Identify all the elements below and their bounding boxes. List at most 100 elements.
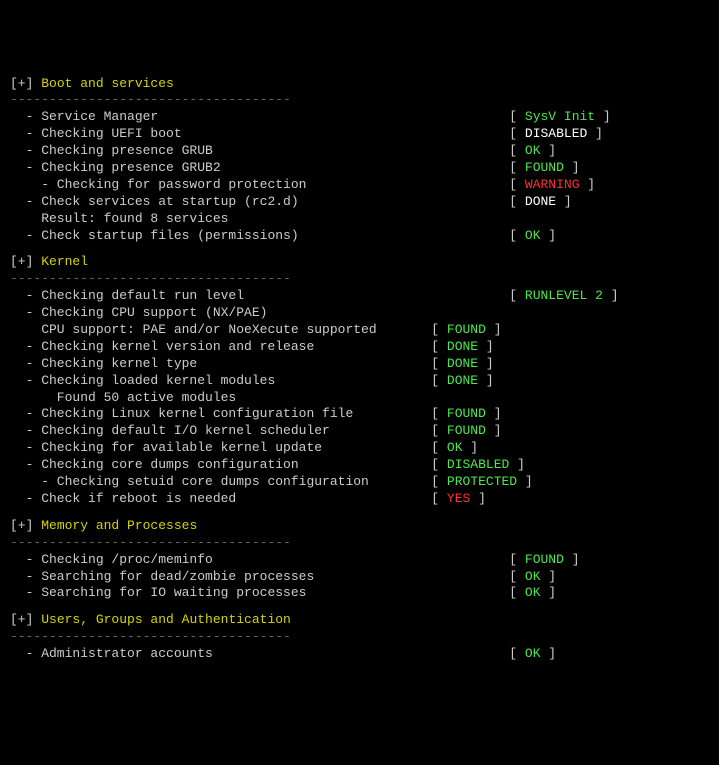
bracket-close: ] <box>463 440 479 455</box>
bracket-open: [ <box>509 569 525 584</box>
audit-label: - Check if reboot is needed <box>10 491 431 508</box>
section-header-users: [+] Users, Groups and Authentication <box>10 612 709 629</box>
bracket-open: [ <box>509 177 525 192</box>
status-value: DISABLED <box>525 126 587 141</box>
audit-label: - Checking kernel version and release <box>10 339 431 356</box>
audit-row: - Checking default run level [ RUNLEVEL … <box>10 288 709 305</box>
bracket-close: ] <box>541 143 557 158</box>
section-title: Kernel <box>41 254 88 269</box>
bracket-open: [ <box>509 109 525 124</box>
bracket-close: ] <box>564 160 580 175</box>
audit-row: - Check startup files (permissions) [ OK… <box>10 228 709 245</box>
bracket-open: [ <box>431 322 447 337</box>
audit-label: - Checking loaded kernel modules <box>10 373 431 390</box>
bracket-close: ] <box>517 474 533 489</box>
audit-label: - Check services at startup (rc2.d) <box>10 194 509 211</box>
bracket-close: ] <box>486 406 502 421</box>
audit-row: - Checking default I/O kernel scheduler … <box>10 423 709 440</box>
bracket-close: ] <box>603 288 619 303</box>
section-prefix: [+] <box>10 76 41 91</box>
audit-row: - Checking kernel type [ DONE ] <box>10 356 709 373</box>
status-wrap: [ SysV Init ] <box>509 109 610 126</box>
status-wrap: [ PROTECTED ] <box>431 474 532 491</box>
audit-row: - Check services at startup (rc2.d) [ DO… <box>10 194 709 211</box>
audit-label: Found 50 active modules <box>10 390 509 407</box>
status-wrap: [ DISABLED ] <box>431 457 525 474</box>
audit-label: - Checking for password protection <box>10 177 509 194</box>
bracket-open: [ <box>509 585 525 600</box>
audit-label: - Checking /proc/meminfo <box>10 552 509 569</box>
audit-row: - Checking CPU support (NX/PAE) <box>10 305 709 322</box>
status-value: DONE <box>525 194 556 209</box>
audit-label: - Checking default run level <box>10 288 509 305</box>
audit-row: - Checking presence GRUB [ OK ] <box>10 143 709 160</box>
audit-label: - Checking Linux kernel configuration fi… <box>10 406 431 423</box>
audit-row: Found 50 active modules <box>10 390 709 407</box>
audit-label: - Checking core dumps configuration <box>10 457 431 474</box>
section-prefix: [+] <box>10 612 41 627</box>
bracket-open: [ <box>431 423 447 438</box>
status-value: DONE <box>447 373 478 388</box>
status-wrap: [ DONE ] <box>431 373 493 390</box>
bracket-close: ] <box>541 646 557 661</box>
audit-row: - Checking UEFI boot [ DISABLED ] <box>10 126 709 143</box>
status-value: PROTECTED <box>447 474 517 489</box>
status-value: DONE <box>447 356 478 371</box>
status-value: OK <box>525 228 541 243</box>
status-value: OK <box>525 585 541 600</box>
audit-label: - Checking CPU support (NX/PAE) <box>10 305 509 322</box>
status-value: RUNLEVEL 2 <box>525 288 603 303</box>
section-divider: ------------------------------------ <box>10 629 709 646</box>
bracket-open: [ <box>509 126 525 141</box>
audit-label: - Checking setuid core dumps configurati… <box>10 474 431 491</box>
status-wrap: [ FOUND ] <box>431 423 501 440</box>
bracket-open: [ <box>509 194 525 209</box>
audit-row: Result: found 8 services <box>10 211 709 228</box>
bracket-close: ] <box>478 339 494 354</box>
bracket-close: ] <box>486 423 502 438</box>
audit-row: - Searching for dead/zombie processes [ … <box>10 569 709 586</box>
bracket-open: [ <box>431 457 447 472</box>
section-prefix: [+] <box>10 254 41 269</box>
status-value: DONE <box>447 339 478 354</box>
status-value: OK <box>525 143 541 158</box>
section-title: Users, Groups and Authentication <box>41 612 291 627</box>
audit-row: - Service Manager [ SysV Init ] <box>10 109 709 126</box>
audit-label: - Checking default I/O kernel scheduler <box>10 423 431 440</box>
bracket-open: [ <box>509 288 525 303</box>
audit-label: CPU support: PAE and/or NoeXecute suppor… <box>10 322 431 339</box>
audit-label: - Searching for IO waiting processes <box>10 585 509 602</box>
audit-row: - Checking /proc/meminfo [ FOUND ] <box>10 552 709 569</box>
section-divider: ------------------------------------ <box>10 92 709 109</box>
section-prefix: [+] <box>10 518 41 533</box>
section-header-kernel: [+] Kernel <box>10 254 709 271</box>
audit-label: - Checking presence GRUB <box>10 143 509 160</box>
bracket-close: ] <box>541 228 557 243</box>
bracket-open: [ <box>431 474 447 489</box>
status-value: OK <box>525 646 541 661</box>
audit-label: Result: found 8 services <box>10 211 509 228</box>
audit-label: - Checking presence GRUB2 <box>10 160 509 177</box>
audit-row: - Check if reboot is needed [ YES ] <box>10 491 709 508</box>
bracket-close: ] <box>486 322 502 337</box>
status-value: WARNING <box>525 177 580 192</box>
section-divider: ------------------------------------ <box>10 271 709 288</box>
status-wrap: [ FOUND ] <box>509 552 579 569</box>
bracket-open: [ <box>509 143 525 158</box>
bracket-close: ] <box>580 177 596 192</box>
audit-row: - Checking Linux kernel configuration fi… <box>10 406 709 423</box>
audit-row: - Checking setuid core dumps configurati… <box>10 474 709 491</box>
status-wrap: [ DISABLED ] <box>509 126 603 143</box>
audit-label: - Administrator accounts <box>10 646 509 663</box>
section-divider: ------------------------------------ <box>10 535 709 552</box>
audit-row: - Administrator accounts [ OK ] <box>10 646 709 663</box>
status-value: FOUND <box>447 423 486 438</box>
status-wrap: [ RUNLEVEL 2 ] <box>509 288 618 305</box>
audit-row: - Checking presence GRUB2 [ FOUND ] <box>10 160 709 177</box>
status-value: OK <box>525 569 541 584</box>
status-wrap: [ FOUND ] <box>509 160 579 177</box>
audit-label: - Checking for available kernel update <box>10 440 431 457</box>
audit-row: - Checking loaded kernel modules [ DONE … <box>10 373 709 390</box>
audit-row: - Checking for password protection [ WAR… <box>10 177 709 194</box>
audit-label: - Checking kernel type <box>10 356 431 373</box>
